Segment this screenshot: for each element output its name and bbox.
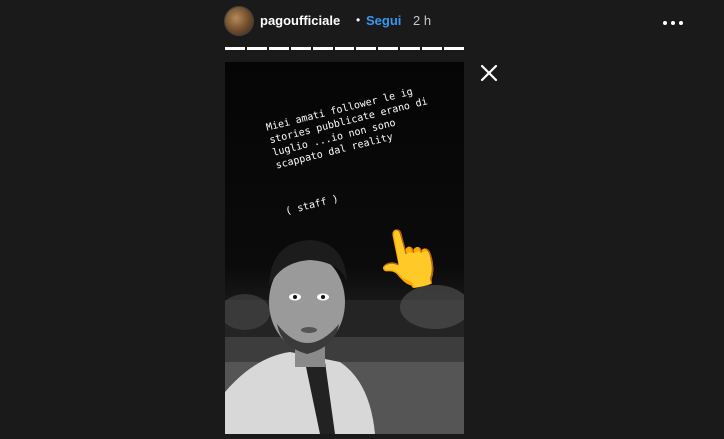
profile-avatar[interactable] [225, 7, 253, 35]
timestamp: 2 h [413, 13, 432, 28]
progress-segment [334, 47, 355, 50]
follow-button[interactable]: Segui [366, 13, 401, 28]
progress-segment [378, 47, 399, 50]
pointing-up-emoji: 👆 [366, 219, 452, 298]
progress-segment [444, 47, 464, 50]
username[interactable]: pagoufficiale [260, 13, 340, 28]
progress-segment [400, 47, 421, 50]
progress-segment [312, 47, 333, 50]
more-options-icon[interactable] [663, 7, 683, 37]
story-progress-bar [225, 47, 464, 50]
progress-segment [290, 47, 311, 50]
progress-segment [225, 47, 245, 50]
progress-segment [246, 47, 267, 50]
progress-segment [422, 47, 443, 50]
story-header: pagoufficiale • Segui 2 h [225, 5, 683, 35]
progress-segment [356, 47, 377, 50]
close-icon[interactable] [478, 62, 500, 84]
story-media[interactable]: Miei amati follower le ig stories pubbli… [225, 62, 464, 434]
progress-segment [268, 47, 289, 50]
separator-dot: • [356, 13, 361, 27]
